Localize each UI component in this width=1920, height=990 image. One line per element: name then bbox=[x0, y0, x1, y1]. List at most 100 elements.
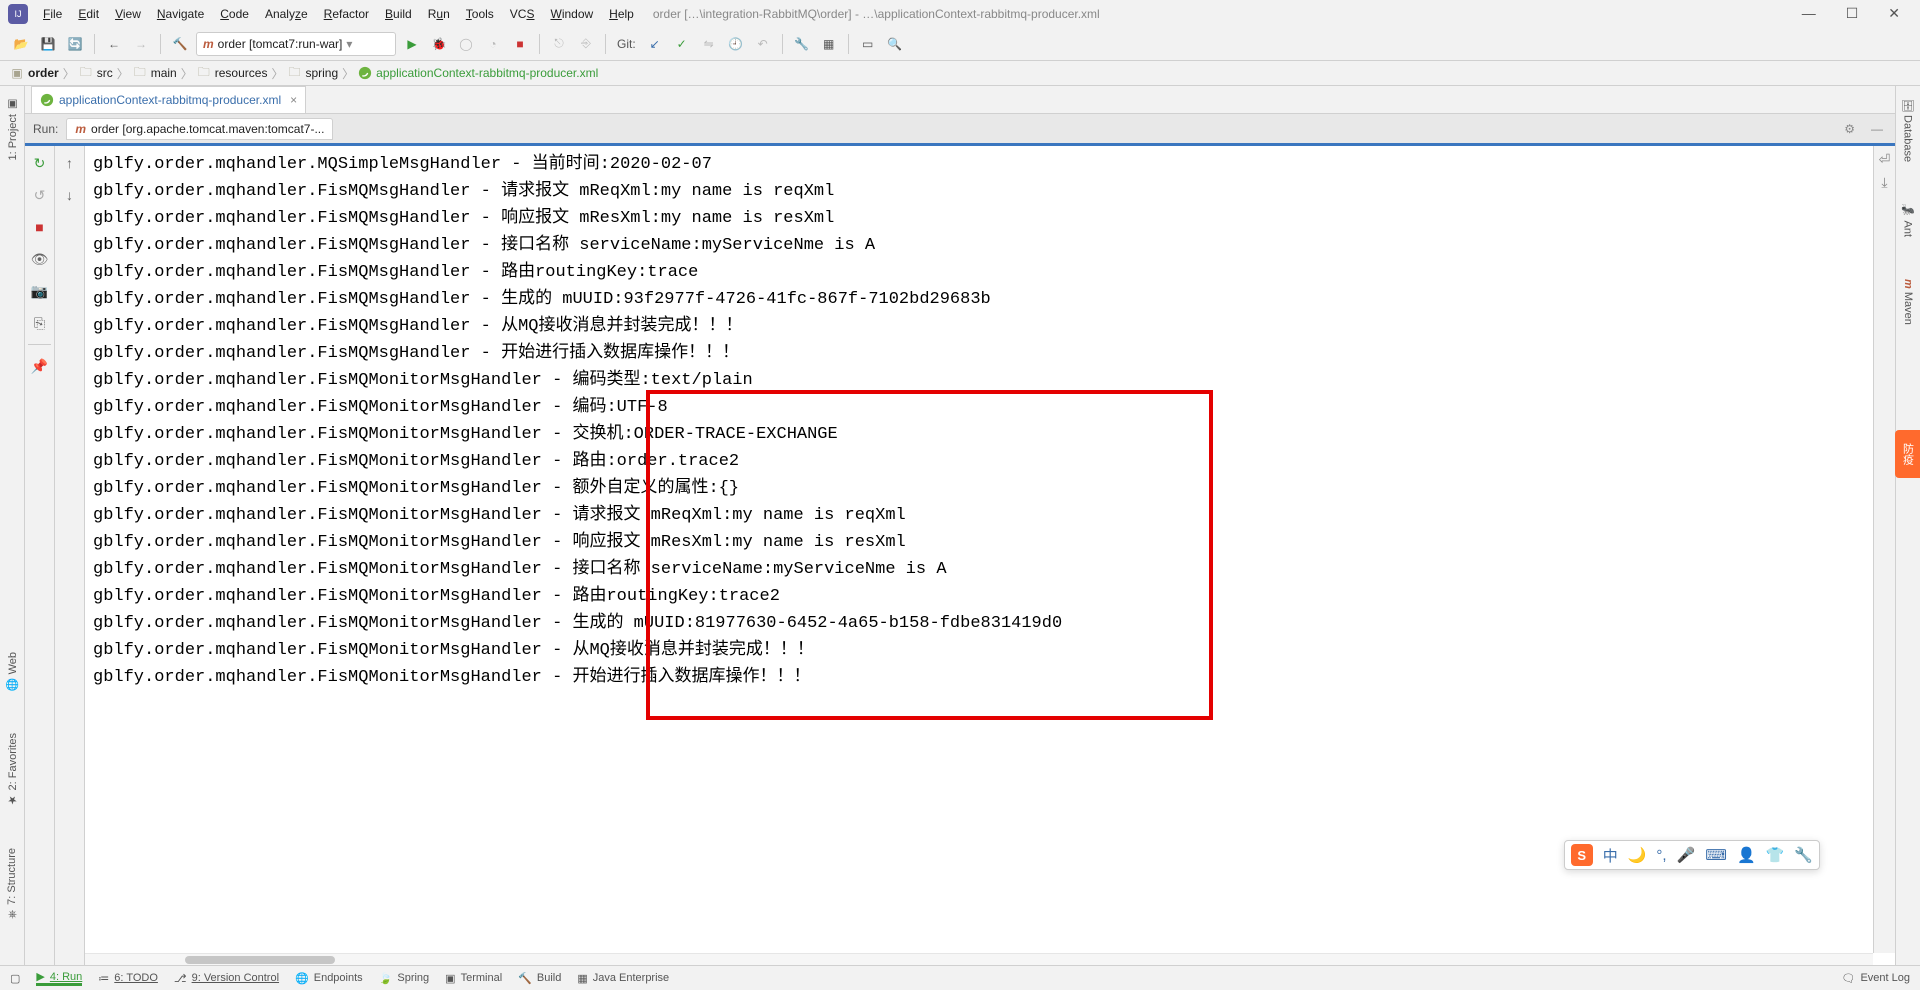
scroll-down-button[interactable]: ↓ bbox=[59, 184, 81, 206]
profile-button[interactable]: ◔ bbox=[482, 33, 504, 55]
crumb-resources[interactable]: 🗀resources bbox=[197, 66, 268, 80]
left-tab-structure[interactable]: ⎈ 7: Structure bbox=[4, 842, 20, 925]
ime-settings-icon[interactable]: 🔧 bbox=[1794, 846, 1813, 864]
menu-build[interactable]: Build bbox=[378, 3, 419, 25]
crumb-spring[interactable]: 🗀spring bbox=[287, 66, 338, 80]
ime-lang-icon[interactable]: 中 bbox=[1603, 845, 1618, 866]
menu-edit[interactable]: Edit bbox=[71, 3, 106, 25]
status-eventlog[interactable]: 🗨 Event Log bbox=[1841, 972, 1910, 985]
chevron-right-icon: 〉 bbox=[342, 65, 354, 82]
menu-refactor[interactable]: Refactor bbox=[317, 3, 376, 25]
exit-button[interactable]: ⎘ bbox=[29, 312, 51, 334]
vcs-diff-button[interactable]: ⇋ bbox=[698, 33, 720, 55]
run-config-selector[interactable]: m order [tomcat7:run-war] ▾ bbox=[196, 32, 396, 56]
ime-punct-icon[interactable]: °, bbox=[1656, 847, 1666, 864]
nav-back-button[interactable]: ← bbox=[103, 33, 125, 55]
console-line: gblfy.order.mqhandler.FisMQMonitorMsgHan… bbox=[93, 367, 1873, 394]
run-config-tab[interactable]: m order [org.apache.tomcat.maven:tomcat7… bbox=[66, 118, 333, 140]
status-vcs[interactable]: ⎇ 9: Version Control bbox=[174, 972, 279, 985]
search-everywhere-button[interactable]: 🔍 bbox=[884, 33, 906, 55]
rerun-failed-button[interactable]: ↺ bbox=[29, 184, 51, 206]
dump-threads-button[interactable]: 📷 bbox=[29, 280, 51, 302]
right-tab-maven[interactable]: m Maven bbox=[1900, 273, 1916, 331]
close-tab-button[interactable]: × bbox=[290, 93, 297, 107]
stop-button[interactable]: ■ bbox=[509, 33, 531, 55]
save-all-button[interactable]: 💾 bbox=[37, 33, 59, 55]
status-javaee[interactable]: ▦ Java Enterprise bbox=[577, 972, 669, 985]
menu-window[interactable]: Window bbox=[543, 3, 600, 25]
menu-view[interactable]: View bbox=[108, 3, 148, 25]
vcs-revert-button[interactable]: ↶ bbox=[752, 33, 774, 55]
settings-button[interactable]: 🔧 bbox=[791, 33, 813, 55]
status-build[interactable]: 🔨 Build bbox=[518, 972, 561, 985]
run-settings-button[interactable]: ⚙ bbox=[1840, 120, 1859, 138]
minimize-button[interactable]: — bbox=[1802, 5, 1816, 22]
menu-file[interactable]: File bbox=[36, 3, 69, 25]
left-tab-web[interactable]: 🌐 Web bbox=[4, 646, 21, 697]
menu-code[interactable]: Code bbox=[213, 3, 256, 25]
open-button[interactable]: 📂 bbox=[10, 33, 32, 55]
run-hide-button[interactable]: — bbox=[1867, 120, 1887, 138]
right-tab-ant[interactable]: 🐜 Ant bbox=[1900, 198, 1917, 243]
status-todo[interactable]: ≔ 6: TODO bbox=[98, 972, 158, 985]
rerun-button[interactable]: ↻ bbox=[29, 152, 51, 174]
debug-button[interactable]: 🐞 bbox=[428, 33, 450, 55]
side-badge[interactable]: 防疫 bbox=[1895, 430, 1920, 478]
vcs-history-button[interactable]: 🕘 bbox=[725, 33, 747, 55]
ime-moon-icon[interactable]: 🌙 bbox=[1628, 846, 1647, 864]
vcs-commit-button[interactable]: ✓ bbox=[671, 33, 693, 55]
scroll-up-button[interactable]: ↑ bbox=[59, 152, 81, 174]
crumb-src[interactable]: 🗀src bbox=[79, 66, 113, 80]
coverage-button[interactable]: ◯ bbox=[455, 33, 477, 55]
ime-toolbar[interactable]: S 中 🌙 °, 🎤 ⌨ 👤 👕 🔧 bbox=[1564, 840, 1820, 870]
maximize-button[interactable]: ☐ bbox=[1846, 5, 1859, 22]
status-endpoints[interactable]: 🌐 Endpoints bbox=[295, 972, 363, 985]
run-anything-button[interactable]: ▭ bbox=[857, 33, 879, 55]
sync-button[interactable]: 🔄 bbox=[64, 33, 86, 55]
ime-mic-icon[interactable]: 🎤 bbox=[1677, 846, 1696, 864]
menu-help[interactable]: Help bbox=[602, 3, 641, 25]
chevron-right-icon: 〉 bbox=[181, 65, 193, 82]
console-line: gblfy.order.mqhandler.FisMQMonitorMsgHan… bbox=[93, 421, 1873, 448]
build-button[interactable]: 🔨 bbox=[169, 33, 191, 55]
status-terminal[interactable]: ▣ Terminal bbox=[445, 972, 502, 985]
crumb-order[interactable]: ▣order bbox=[10, 66, 59, 80]
close-button[interactable]: ✕ bbox=[1888, 5, 1900, 22]
maven-icon: m bbox=[75, 122, 86, 136]
show-button[interactable]: 👁 bbox=[29, 248, 51, 270]
menu-run[interactable]: Run bbox=[421, 3, 457, 25]
attach-button[interactable]: ⎋ bbox=[548, 33, 570, 55]
intellij-logo-icon: IJ bbox=[8, 4, 28, 24]
nav-forward-button[interactable]: → bbox=[130, 33, 152, 55]
attach2-button[interactable]: ⎆ bbox=[575, 33, 597, 55]
horizontal-scrollbar[interactable] bbox=[85, 953, 1873, 965]
console-line: gblfy.order.mqhandler.FisMQMonitorMsgHan… bbox=[93, 502, 1873, 529]
left-tab-project[interactable]: 1: Project ▣ bbox=[4, 92, 21, 167]
soft-wrap-button[interactable]: ⏎ bbox=[1879, 151, 1891, 168]
status-run[interactable]: ▶ 4: Run bbox=[36, 970, 82, 986]
console-output[interactable]: gblfy.order.mqhandler.MQSimpleMsgHandler… bbox=[85, 146, 1873, 953]
editor-tabs-bar: applicationContext-rabbitmq-producer.xml… bbox=[25, 86, 1895, 114]
stop-process-button[interactable]: ■ bbox=[29, 216, 51, 238]
status-spring[interactable]: 🍃 Spring bbox=[379, 972, 430, 985]
scroll-to-end-button[interactable]: ⤓ bbox=[1881, 174, 1887, 191]
ime-keyboard-icon[interactable]: ⌨ bbox=[1705, 846, 1727, 864]
pin-button[interactable]: 📌 bbox=[29, 355, 51, 377]
menu-navigate[interactable]: Navigate bbox=[150, 3, 211, 25]
editor-tab-active[interactable]: applicationContext-rabbitmq-producer.xml… bbox=[31, 86, 306, 113]
left-tab-favorites[interactable]: ★ 2: Favorites bbox=[4, 727, 21, 813]
crumb-main[interactable]: 🗀main bbox=[133, 66, 177, 80]
menu-tools[interactable]: Tools bbox=[459, 3, 501, 25]
menu-analyze[interactable]: Analyze bbox=[258, 3, 315, 25]
console-line: gblfy.order.mqhandler.FisMQMonitorMsgHan… bbox=[93, 556, 1873, 583]
menu-vcs[interactable]: VCS bbox=[503, 3, 542, 25]
ime-user-icon[interactable]: 👤 bbox=[1737, 846, 1756, 864]
status-toolwindows-button[interactable]: ▢ bbox=[10, 972, 20, 985]
project-structure-button[interactable]: ▦ bbox=[818, 33, 840, 55]
separator bbox=[782, 34, 783, 54]
run-button[interactable]: ▶ bbox=[401, 33, 423, 55]
ime-skin-icon[interactable]: 👕 bbox=[1766, 846, 1785, 864]
right-tab-database[interactable]: 🗄 Database bbox=[1900, 92, 1917, 168]
crumb-file[interactable]: applicationContext-rabbitmq-producer.xml bbox=[358, 66, 598, 80]
vcs-update-button[interactable]: ↙ bbox=[644, 33, 666, 55]
